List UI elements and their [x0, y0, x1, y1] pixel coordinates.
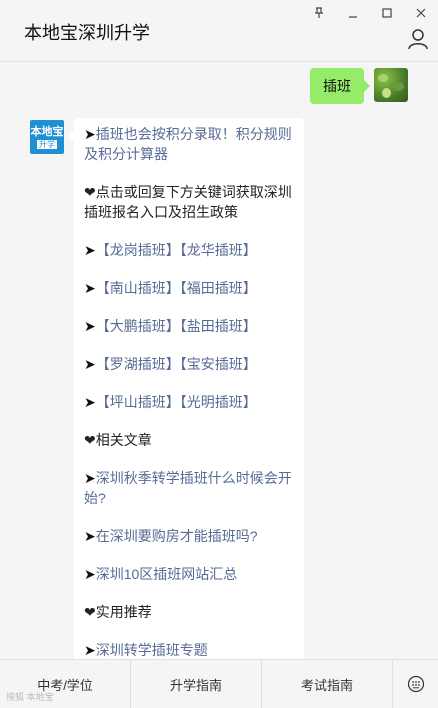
bot-avatar-line2: 升学 — [37, 139, 57, 149]
window-title: 本地宝深圳升学 — [24, 23, 150, 43]
message-paragraph: ➤【南山插班】【福田插班】 — [84, 278, 294, 298]
keyword-link[interactable]: 【龙华插班】 — [180, 242, 257, 258]
keyword-link[interactable]: 【罗湖插班】 — [96, 356, 180, 372]
arrow-icon: ➤ — [84, 242, 96, 258]
window-controls — [302, 0, 438, 26]
minimize-icon[interactable] — [336, 0, 370, 26]
user-avatar[interactable] — [374, 68, 408, 102]
message-paragraph: ➤在深圳要购房才能插班吗? — [84, 526, 294, 546]
message-paragraph: ❤点击或回复下方关键词获取深圳插班报名入口及招生政策 — [84, 182, 294, 222]
bot-avatar[interactable]: 本地宝 升学 — [30, 120, 64, 154]
article-link[interactable]: 插班也会按积分录取！积分规则及积分计算器 — [84, 126, 292, 162]
section-heading: ❤实用推荐 — [84, 604, 152, 620]
close-icon[interactable] — [404, 0, 438, 26]
message-paragraph: ➤【坪山插班】【光明插班】 — [84, 392, 294, 412]
keyword-link[interactable]: 【福田插班】 — [180, 280, 257, 296]
arrow-icon: ➤ — [84, 642, 96, 658]
maximize-icon[interactable] — [370, 0, 404, 26]
outgoing-message-row: 插班 — [310, 68, 408, 104]
message-paragraph: ❤实用推荐 — [84, 602, 294, 622]
message-paragraph: ❤相关文章 — [84, 430, 294, 450]
message-paragraph: ➤深圳秋季转学插班什么时候会开始? — [84, 468, 294, 508]
message-paragraph: ➤深圳10区插班网站汇总 — [84, 564, 294, 584]
keyword-link[interactable]: 【光明插班】 — [180, 394, 257, 410]
pin-icon[interactable] — [302, 0, 336, 26]
chat-area[interactable]: 插班 本地宝 升学 ➤插班也会按积分录取！积分规则及积分计算器 ❤点击或回复下方关… — [0, 63, 438, 659]
keyword-link[interactable]: 【盐田插班】 — [180, 318, 257, 334]
section-heading: ❤点击或回复下方关键词获取深圳插班报名入口及招生政策 — [84, 184, 292, 220]
watermark: 搜狐 本地宝 — [6, 692, 54, 702]
message-paragraph: ➤深圳转学插班专题 — [84, 640, 294, 659]
keyboard-toggle-icon[interactable] — [393, 660, 438, 708]
article-link[interactable]: 在深圳要购房才能插班吗? — [96, 528, 258, 544]
article-link[interactable]: 深圳转学插班专题 — [96, 642, 208, 658]
bot-avatar-line1: 本地宝 — [30, 124, 64, 138]
section-heading: ❤相关文章 — [84, 432, 152, 448]
menu-item-kaoshi[interactable]: 考试指南 — [262, 660, 393, 708]
arrow-icon: ➤ — [84, 356, 96, 372]
article-link[interactable]: 深圳10区插班网站汇总 — [96, 566, 238, 582]
incoming-message-bubble: ➤插班也会按积分录取！积分规则及积分计算器 ❤点击或回复下方关键词获取深圳插班报名… — [68, 118, 304, 659]
bottom-menu: 中考/学位 升学指南 考试指南 — [0, 659, 438, 708]
arrow-icon: ➤ — [84, 528, 96, 544]
article-link[interactable]: 深圳秋季转学插班什么时候会开始? — [84, 470, 292, 506]
message-paragraph: ➤【龙岗插班】【龙华插班】 — [84, 240, 294, 260]
keyword-link[interactable]: 【宝安插班】 — [180, 356, 257, 372]
keyword-link[interactable]: 【龙岗插班】 — [96, 242, 180, 258]
arrow-icon: ➤ — [84, 566, 96, 582]
message-paragraph: ➤【大鹏插班】【盐田插班】 — [84, 316, 294, 336]
message-paragraph: ➤插班也会按积分录取！积分规则及积分计算器 — [84, 124, 294, 164]
arrow-icon: ➤ — [84, 318, 96, 334]
arrow-icon: ➤ — [84, 280, 96, 296]
keyword-link[interactable]: 【大鹏插班】 — [96, 318, 180, 334]
keyword-link[interactable]: 【坪山插班】 — [96, 394, 180, 410]
menu-item-shengxue[interactable]: 升学指南 — [131, 660, 262, 708]
keyword-link[interactable]: 【南山插班】 — [96, 280, 180, 296]
arrow-icon: ➤ — [84, 394, 96, 410]
user-profile-icon[interactable] — [408, 28, 428, 50]
arrow-icon: ➤ — [84, 126, 96, 142]
outgoing-message-bubble[interactable]: 插班 — [310, 68, 370, 104]
message-paragraph: ➤【罗湖插班】【宝安插班】 — [84, 354, 294, 374]
arrow-icon: ➤ — [84, 470, 96, 486]
